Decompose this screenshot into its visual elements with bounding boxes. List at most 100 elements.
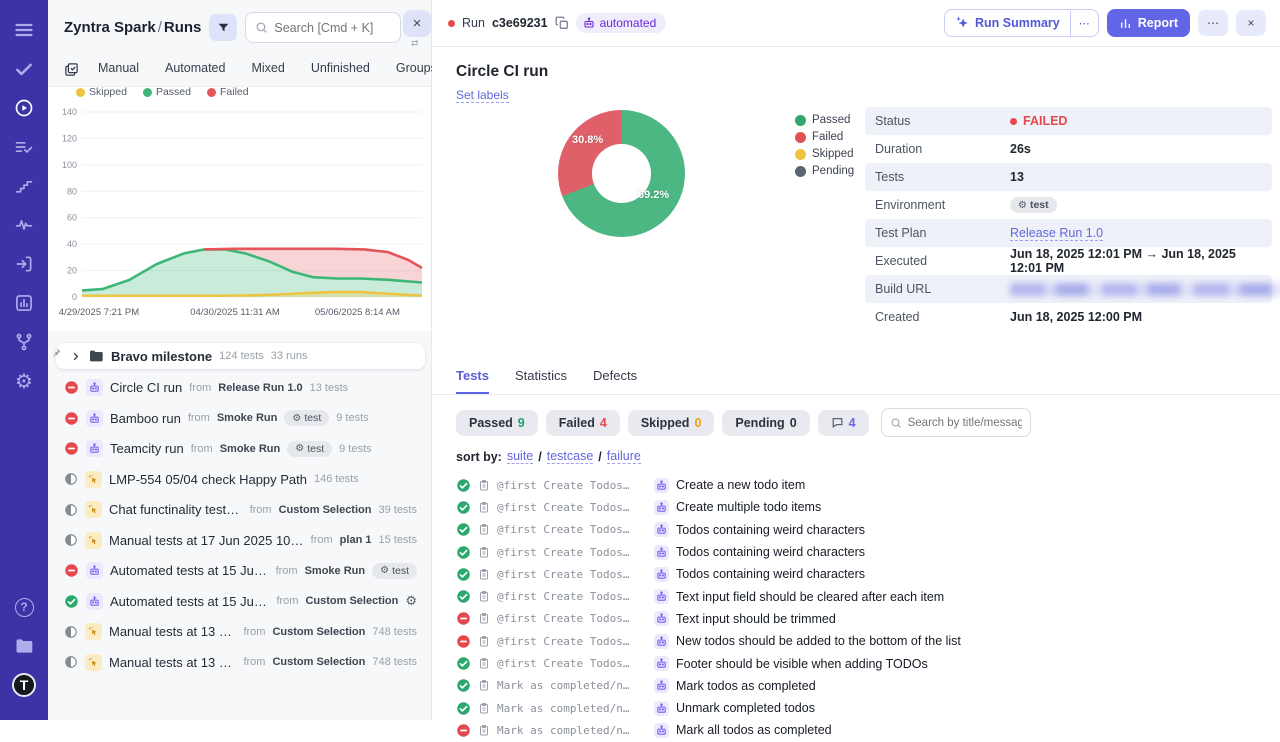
steps-icon[interactable] <box>8 170 40 202</box>
panel-resize-icon[interactable]: ⇄ <box>411 38 419 49</box>
test-title: Todos containing weird characters <box>676 523 865 537</box>
activity-icon[interactable] <box>8 209 40 241</box>
test-row[interactable]: @first Create Todos… Todos containing we… <box>456 563 1280 585</box>
breadcrumb-project[interactable]: Zyntra Spark <box>64 19 156 36</box>
close-run-button[interactable]: × <box>1236 10 1266 36</box>
run-list-item[interactable]: Manual tests at 17 Jun 2025 10:09 frompl… <box>56 528 425 552</box>
run-list-item[interactable]: Circle CI run fromRelease Run 1.0 13 tes… <box>56 376 425 400</box>
app-logo[interactable]: T <box>8 669 40 701</box>
run-summary-label: Run Summary <box>975 16 1060 30</box>
run-settings-gear-icon[interactable]: ⚙ <box>405 594 417 609</box>
manual-run-icon <box>85 501 102 518</box>
runs-search-input[interactable] <box>274 21 391 35</box>
runs-search[interactable] <box>245 12 401 43</box>
legend-dot <box>795 115 806 126</box>
runs-list: Bravo milestone 124 tests 33 runs Circle… <box>48 331 431 674</box>
breadcrumb[interactable]: Zyntra Spark/Runs <box>64 19 201 36</box>
run-list-item[interactable]: Manual tests at 13 Jun 2025 12:16 fromCu… <box>56 650 425 674</box>
filter-chip-skipped[interactable]: Skipped 0 <box>628 410 715 436</box>
copy-icon[interactable] <box>555 16 569 30</box>
filter-button[interactable] <box>209 14 237 41</box>
run-list-item[interactable]: Manual tests at 13 Jun 2025 12:17 fromCu… <box>56 620 425 644</box>
automated-test-icon <box>654 656 669 671</box>
run-list-item[interactable]: Teamcity run fromSmoke Run ⚙test 9 tests <box>56 437 425 461</box>
clipboard-icon <box>478 479 490 492</box>
test-row[interactable]: @first Create Todos… Footer should be vi… <box>456 652 1280 674</box>
manual-run-icon <box>85 471 102 488</box>
test-plan-link[interactable]: Release Run 1.0 <box>1010 226 1103 241</box>
svg-text:04/30/2025 11:31 AM: 04/30/2025 11:31 AM <box>190 307 280 318</box>
tab-statistics[interactable]: Statistics <box>515 368 567 394</box>
test-row[interactable]: @first Create Todos… Create a new todo i… <box>456 474 1280 496</box>
run-summary-more-button[interactable]: ⋯ <box>1070 11 1098 36</box>
trend-legend-item: Skipped <box>76 86 127 98</box>
runs-panel: Zyntra Spark/Runs × ⇄ ManualAutomatedMix… <box>48 0 432 720</box>
test-status-icon <box>456 656 471 671</box>
projects-folder-icon[interactable] <box>8 630 40 662</box>
manual-run-icon <box>85 623 102 640</box>
test-row[interactable]: @first Create Todos… Todos containing we… <box>456 519 1280 541</box>
sort-link-failure[interactable]: failure <box>607 449 641 464</box>
tests-search[interactable] <box>881 408 1031 437</box>
trend-legend: SkippedPassedFailed <box>48 86 431 98</box>
test-suite: @first Create Todos… <box>497 501 647 514</box>
play-circle-icon[interactable] <box>8 92 40 124</box>
filter-chip-comments[interactable]: 4 <box>818 410 869 436</box>
more-actions-button[interactable]: ⋯ <box>1198 10 1228 36</box>
filter-chip-failed[interactable]: Failed 4 <box>546 410 620 436</box>
run-summary-button[interactable]: Run Summary <box>945 10 1070 36</box>
automated-badge: automated <box>576 13 667 33</box>
filter-chips: Passed 9 Failed 4 Skipped 0 Pending 0 4 <box>456 410 869 436</box>
run-list-item[interactable]: Bamboo run fromSmoke Run ⚙test 9 tests <box>56 406 425 430</box>
test-row[interactable]: @first Create Todos… Text input field sh… <box>456 585 1280 607</box>
select-runs-icon[interactable] <box>64 60 85 77</box>
run-folder-row[interactable]: Bravo milestone 124 tests 33 runs <box>56 343 425 369</box>
branch-icon[interactable] <box>8 326 40 358</box>
test-row[interactable]: Mark as completed/n… Unmark completed to… <box>456 697 1280 719</box>
run-type-tab-mixed[interactable]: Mixed <box>238 57 297 79</box>
detail-row: Tests13 <box>865 163 1272 191</box>
gear-icon[interactable]: ⚙ <box>8 365 40 397</box>
test-row[interactable]: @first Create Todos… New todos should be… <box>456 630 1280 652</box>
list-check-icon[interactable] <box>8 131 40 163</box>
run-item-title: Chat functinality test Copy <box>109 502 243 517</box>
filter-chip-pending[interactable]: Pending 0 <box>722 410 809 436</box>
test-row[interactable]: Mark as completed/n… Mark all todos as c… <box>456 719 1280 741</box>
folder-tests-count: 124 tests <box>219 350 264 362</box>
menu-icon[interactable] <box>8 14 40 46</box>
test-row[interactable]: Mark as completed/n… Mark todos as compl… <box>456 675 1280 697</box>
filter-chip-passed[interactable]: Passed 9 <box>456 410 538 436</box>
run-type-tab-manual[interactable]: Manual <box>85 57 152 79</box>
run-source: Custom Selection <box>279 504 372 516</box>
check-icon[interactable] <box>8 53 40 85</box>
tab-tests[interactable]: Tests <box>456 368 489 394</box>
automated-run-icon <box>86 410 103 427</box>
env-badge: ⚙test <box>284 410 329 426</box>
bar-chart-icon[interactable] <box>8 287 40 319</box>
test-row[interactable]: @first Create Todos… Text input should b… <box>456 608 1280 630</box>
set-labels-link[interactable]: Set labels <box>456 88 509 103</box>
run-type-tab-unfinished[interactable]: Unfinished <box>298 57 383 79</box>
panel-close-button[interactable]: × <box>403 10 431 37</box>
run-list-item[interactable]: Automated tests at 15 Jun 2025 15:08 fro… <box>56 559 425 583</box>
svg-text:60: 60 <box>67 213 77 223</box>
tests-search-input[interactable] <box>908 417 1022 429</box>
automated-test-icon <box>654 500 669 515</box>
import-icon[interactable] <box>8 248 40 280</box>
test-row[interactable]: @first Create Todos… Create multiple tod… <box>456 496 1280 518</box>
test-row[interactable]: @first Create Todos… Todos containing we… <box>456 541 1280 563</box>
help-icon[interactable]: ? <box>8 591 40 623</box>
funnel-icon <box>217 21 230 34</box>
chevron-right-icon[interactable] <box>70 351 81 362</box>
run-list-item[interactable]: LMP-554 05/04 check Happy Path 146 tests <box>56 467 425 491</box>
automated-run-icon <box>86 562 103 579</box>
tab-defects[interactable]: Defects <box>593 368 637 394</box>
run-type-tab-automated[interactable]: Automated <box>152 57 238 79</box>
run-list-item[interactable]: Automated tests at 15 Jun 2025 15:01 fro… <box>56 589 425 613</box>
sort-link-suite[interactable]: suite <box>507 449 533 464</box>
run-list-item[interactable]: Chat functinality test Copy fromCustom S… <box>56 498 425 522</box>
automated-test-icon <box>654 589 669 604</box>
sort-link-testcase[interactable]: testcase <box>547 449 594 464</box>
report-button[interactable]: Report <box>1107 9 1190 37</box>
run-id-wrap: Run c3e69231 automated <box>448 13 666 33</box>
